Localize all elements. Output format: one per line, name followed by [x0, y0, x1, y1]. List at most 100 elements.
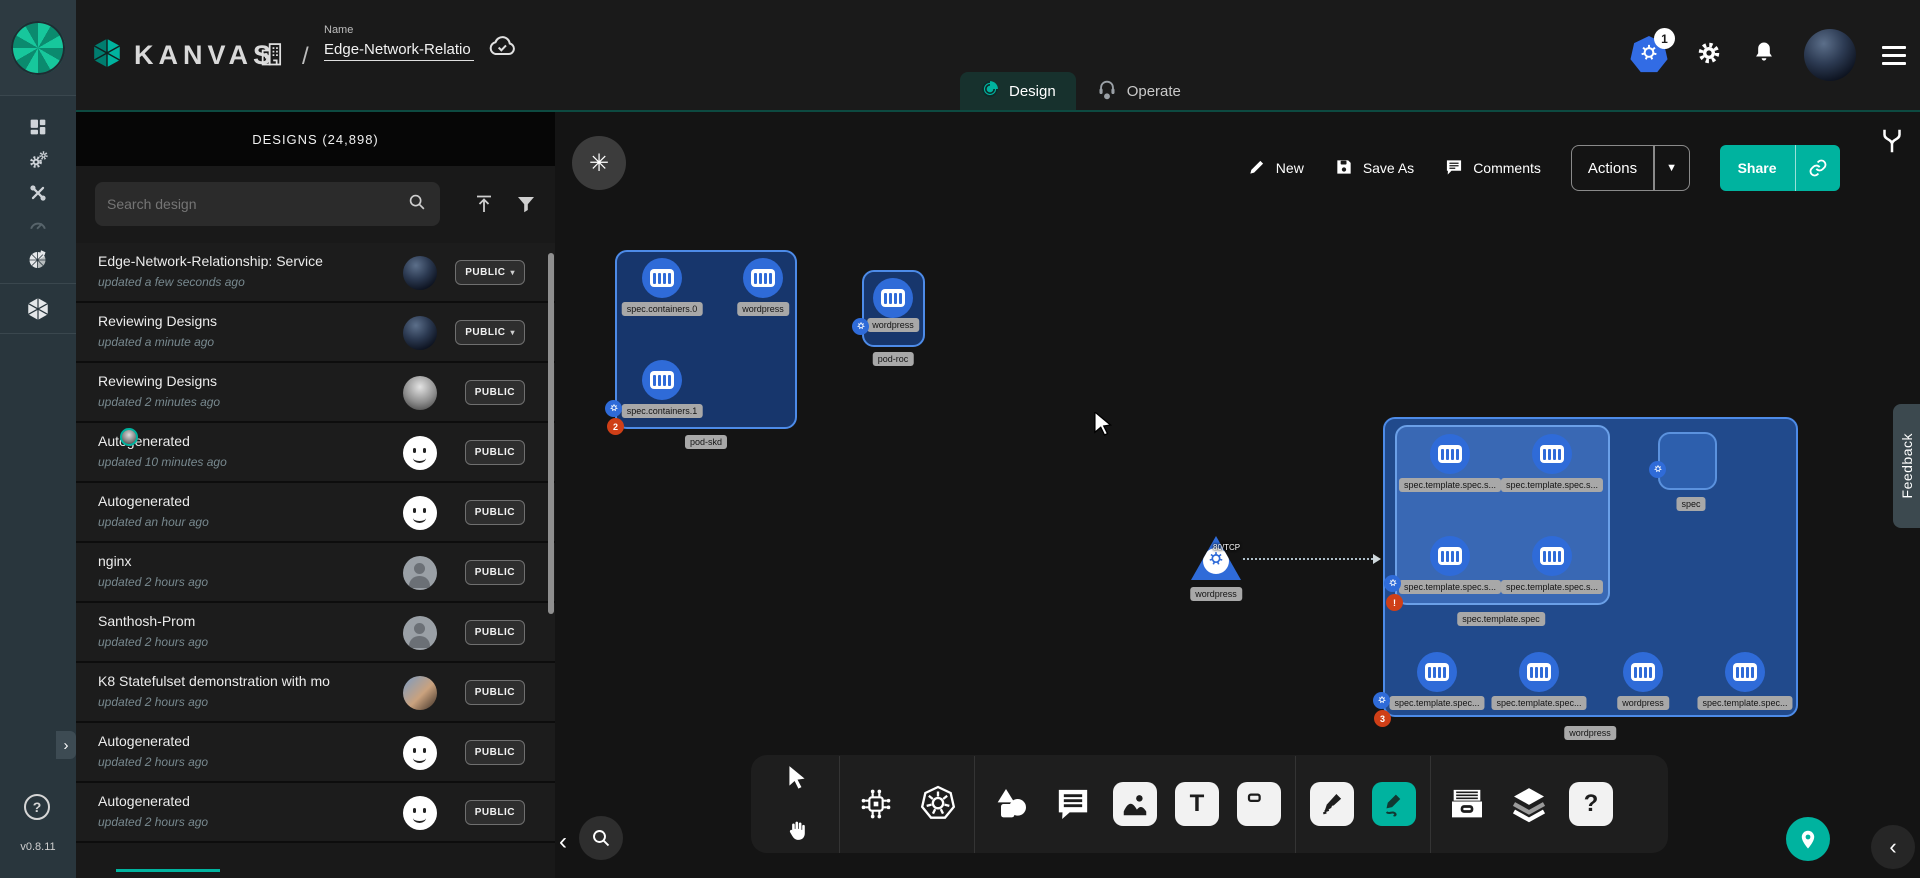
freehand-draw-tool[interactable] — [1372, 782, 1416, 826]
sidebar-item-kanvas[interactable] — [16, 292, 60, 325]
pan-hand-tool[interactable] — [775, 809, 819, 853]
visibility-badge[interactable]: PUBLIC▾ — [455, 260, 525, 285]
collapse-panel-chevron[interactable]: ‹ — [559, 828, 567, 856]
node-label: spec.containers.0 — [622, 302, 703, 316]
node-container[interactable] — [1430, 536, 1470, 576]
design-list-item[interactable]: Autogenerated updated 2 hours ago PUBLIC — [76, 723, 555, 783]
kubernetes-badge[interactable] — [605, 400, 622, 417]
design-list-item[interactable]: Autogenerated updated an hour ago PUBLIC — [76, 483, 555, 543]
tab-design[interactable]: Design — [960, 72, 1076, 110]
publish-upload-icon[interactable] — [472, 192, 496, 221]
kubernetes-tool[interactable] — [916, 782, 960, 826]
sidebar-item-lifecycle[interactable] — [16, 143, 60, 176]
tab-operate[interactable]: Operate — [1076, 72, 1201, 110]
visibility-badge[interactable]: PUBLIC — [465, 740, 525, 765]
node-container[interactable] — [1430, 434, 1470, 474]
text-tool[interactable]: T — [1175, 782, 1219, 826]
filter-funnel-icon[interactable] — [514, 192, 538, 221]
kubernetes-badge[interactable] — [1384, 575, 1401, 592]
help-tool[interactable]: ? — [1569, 782, 1613, 826]
expand-panel-chevron[interactable]: › — [56, 731, 76, 759]
image-tool[interactable] — [1113, 782, 1157, 826]
actions-button[interactable]: Actions ▼ — [1571, 145, 1690, 191]
visibility-badge[interactable]: PUBLIC — [465, 500, 525, 525]
components-circuit-tool[interactable] — [854, 782, 898, 826]
design-name-input[interactable] — [324, 39, 474, 61]
comment-tool[interactable] — [1051, 782, 1095, 826]
error-count-badge[interactable]: 2 — [607, 418, 624, 435]
design-list-item[interactable]: K8 Statefulset demonstration with mo upd… — [76, 663, 555, 723]
kubernetes-context-button[interactable]: 1 — [1630, 36, 1668, 74]
visibility-badge[interactable]: PUBLIC — [465, 560, 525, 585]
node-label: wordpress — [737, 302, 789, 316]
node-container[interactable] — [642, 360, 682, 400]
visibility-badge[interactable]: PUBLIC — [465, 440, 525, 465]
notifications-bell-icon[interactable] — [1750, 39, 1778, 72]
copy-link-icon[interactable] — [1796, 158, 1840, 178]
node-container[interactable] — [1532, 434, 1572, 474]
layers-tool[interactable] — [1507, 782, 1551, 826]
feedback-tab[interactable]: Feedback — [1893, 404, 1920, 528]
node-container[interactable] — [1623, 652, 1663, 692]
meshery-logo-tile[interactable] — [0, 0, 76, 96]
kubernetes-badge[interactable] — [1373, 692, 1390, 709]
sidebar-item-performance[interactable] — [16, 209, 60, 242]
design-list-item[interactable]: Santhosh-Prom updated 2 hours ago PUBLIC — [76, 603, 555, 663]
visibility-badge[interactable]: PUBLIC — [465, 620, 525, 645]
node-container[interactable] — [873, 278, 913, 318]
branch-icon[interactable] — [1877, 126, 1907, 161]
collapse-right-chevron[interactable]: ‹ — [1871, 825, 1915, 869]
design-list-item[interactable]: Edge-Network-Relationship: Service updat… — [76, 243, 555, 303]
kubernetes-badge[interactable] — [1649, 461, 1666, 478]
design-updated: updated 2 hours ago — [98, 635, 208, 649]
select-cursor-tool[interactable] — [775, 755, 819, 799]
help-button[interactable]: ? — [24, 794, 50, 820]
sticky-note-tool[interactable] — [1237, 782, 1281, 826]
design-list-item[interactable]: Autogenerated updated 2 hours ago PUBLIC — [76, 783, 555, 843]
user-avatar[interactable] — [1804, 29, 1856, 81]
design-list-item[interactable]: nginx updated 2 hours ago PUBLIC — [76, 543, 555, 603]
node-container[interactable] — [1725, 652, 1765, 692]
settings-gear-icon[interactable] — [1694, 38, 1724, 73]
pen-tool[interactable] — [1310, 782, 1354, 826]
node-container[interactable] — [1417, 652, 1457, 692]
sidebar-item-configuration[interactable] — [16, 176, 60, 209]
sidebar-item-extensions[interactable] — [16, 242, 60, 275]
search-icon — [406, 191, 428, 218]
comments-button[interactable]: Comments — [1444, 157, 1541, 180]
visibility-badge[interactable]: PUBLIC — [465, 800, 525, 825]
node-container[interactable] — [642, 258, 682, 298]
design-list-item[interactable]: Reviewing Designs updated 2 minutes ago … — [76, 363, 555, 423]
recenter-pin-button[interactable] — [1786, 817, 1830, 861]
zoom-button[interactable] — [579, 816, 623, 860]
visibility-badge[interactable]: PUBLIC▾ — [455, 320, 525, 345]
node-container[interactable] — [743, 258, 783, 298]
caret-down-icon[interactable]: ▼ — [1655, 162, 1689, 174]
drawer-tool[interactable] — [1445, 782, 1489, 826]
organization-icon[interactable] — [258, 40, 286, 73]
hamburger-menu-icon[interactable] — [1882, 46, 1906, 65]
error-count-badge[interactable]: ! — [1386, 594, 1403, 611]
panel-scrollbar[interactable] — [548, 253, 554, 614]
save-as-button[interactable]: Save As — [1334, 157, 1414, 180]
brand[interactable]: KANVAS — [90, 36, 276, 75]
visibility-badge[interactable]: PUBLIC — [465, 680, 525, 705]
visibility-badge[interactable]: PUBLIC — [465, 380, 525, 405]
design-list-item[interactable]: Autogenerated updated 10 minutes ago PUB… — [76, 423, 555, 483]
search-design-box[interactable] — [95, 182, 440, 226]
share-button[interactable]: Share — [1720, 145, 1840, 191]
kubernetes-badge[interactable] — [852, 318, 869, 335]
design-updated: updated a minute ago — [98, 335, 214, 349]
node-container[interactable] — [1519, 652, 1559, 692]
shapes-tool[interactable] — [989, 782, 1033, 826]
dock-toggle-button[interactable]: ✳ — [572, 136, 626, 190]
sidebar-item-dashboard[interactable] — [16, 110, 60, 143]
search-design-input[interactable] — [107, 196, 406, 212]
node-container[interactable] — [1532, 536, 1572, 576]
design-list-item[interactable]: Reviewing Designs updated a minute ago P… — [76, 303, 555, 363]
error-count-badge[interactable]: 3 — [1374, 710, 1391, 727]
design-canvas[interactable]: ✳ New Save As Comments Actions ▼ Share — [555, 112, 1920, 878]
new-button[interactable]: New — [1247, 157, 1304, 180]
node-spec-template-spec[interactable] — [1395, 425, 1610, 605]
node-spec[interactable] — [1658, 432, 1717, 490]
